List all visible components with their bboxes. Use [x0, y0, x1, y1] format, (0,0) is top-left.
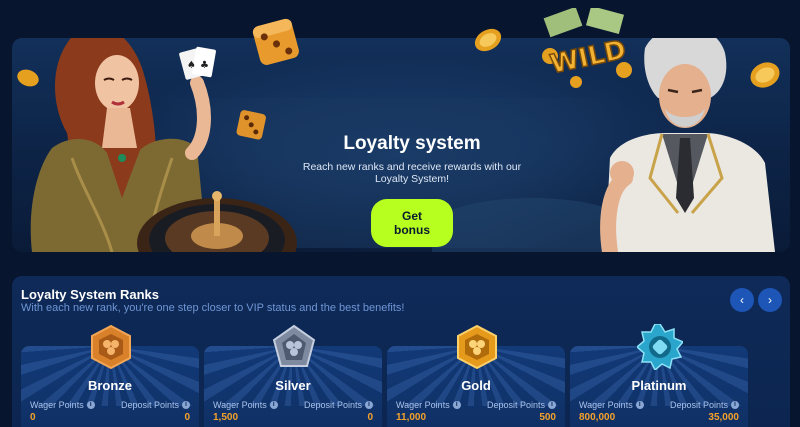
- carousel-next-button[interactable]: ›: [758, 288, 782, 312]
- rank-name: Platinum: [631, 378, 687, 393]
- rank-name: Gold: [461, 378, 491, 393]
- coin-icon: [17, 69, 39, 87]
- wager-points-label: Wager Points i: [30, 400, 95, 410]
- wager-points-label: Wager Points i: [213, 400, 278, 410]
- bronze-badge-icon: [91, 324, 131, 370]
- wager-points-label: Wager Points i: [396, 400, 461, 410]
- wild-money-icon: WILD: [542, 8, 632, 88]
- info-icon[interactable]: i: [452, 401, 461, 409]
- svg-text:♠: ♠: [187, 60, 196, 71]
- deposit-points-label: Deposit Points i: [304, 400, 373, 410]
- deposit-points-label: Deposit Points i: [670, 400, 739, 410]
- coin-icon: [750, 62, 780, 88]
- ranks-title: Loyalty System Ranks: [21, 287, 160, 302]
- wager-points-value: 800,000: [579, 412, 616, 423]
- dice-icon: [252, 18, 299, 65]
- deposit-points-value: 0: [367, 412, 373, 423]
- chevron-left-icon: ‹: [740, 293, 744, 307]
- platinum-badge-icon: [637, 324, 683, 370]
- deposit-points-value: 500: [539, 412, 556, 423]
- wager-points-label: Wager Points i: [579, 400, 644, 410]
- info-icon[interactable]: i: [635, 401, 644, 409]
- chevron-right-icon: ›: [768, 293, 772, 307]
- rank-name: Silver: [275, 378, 311, 393]
- deposit-points-label: Deposit Points i: [487, 400, 556, 410]
- wager-points-value: 0: [30, 412, 36, 423]
- loyalty-hero-banner: ♠ ♣ Loyalty system Reach new ranks and r…: [12, 38, 790, 252]
- lady-illustration: ♠ ♣: [30, 38, 297, 252]
- info-icon[interactable]: i: [86, 401, 95, 409]
- deposit-points-value: 0: [184, 412, 190, 423]
- wild-text: WILD: [548, 35, 629, 80]
- get-bonus-button[interactable]: Get bonus: [371, 199, 453, 247]
- info-icon[interactable]: i: [731, 401, 739, 409]
- hero-title: Loyalty system: [343, 133, 481, 154]
- svg-text:♣: ♣: [200, 60, 209, 71]
- rank-name: Bronze: [87, 378, 133, 393]
- gold-badge-icon: [457, 324, 497, 370]
- info-icon[interactable]: i: [269, 401, 278, 409]
- ranks-subtitle: With each new rank, you're one step clos…: [21, 302, 405, 314]
- hero-content: Loyalty system Reach new ranks and recei…: [282, 133, 542, 247]
- wager-points-value: 1,500: [213, 412, 239, 423]
- info-icon[interactable]: i: [182, 401, 190, 409]
- coin-icon: [474, 28, 502, 52]
- silver-badge-icon: [272, 324, 316, 367]
- wager-points-value: 11,000: [396, 412, 427, 423]
- hero-subtitle: Reach new ranks and receive rewards with…: [302, 161, 522, 185]
- deposit-points-label: Deposit Points i: [121, 400, 190, 410]
- deposit-points-value: 35,000: [708, 412, 739, 423]
- info-icon[interactable]: i: [365, 401, 373, 409]
- info-icon[interactable]: i: [548, 401, 556, 409]
- carousel-prev-button[interactable]: ‹: [730, 288, 754, 312]
